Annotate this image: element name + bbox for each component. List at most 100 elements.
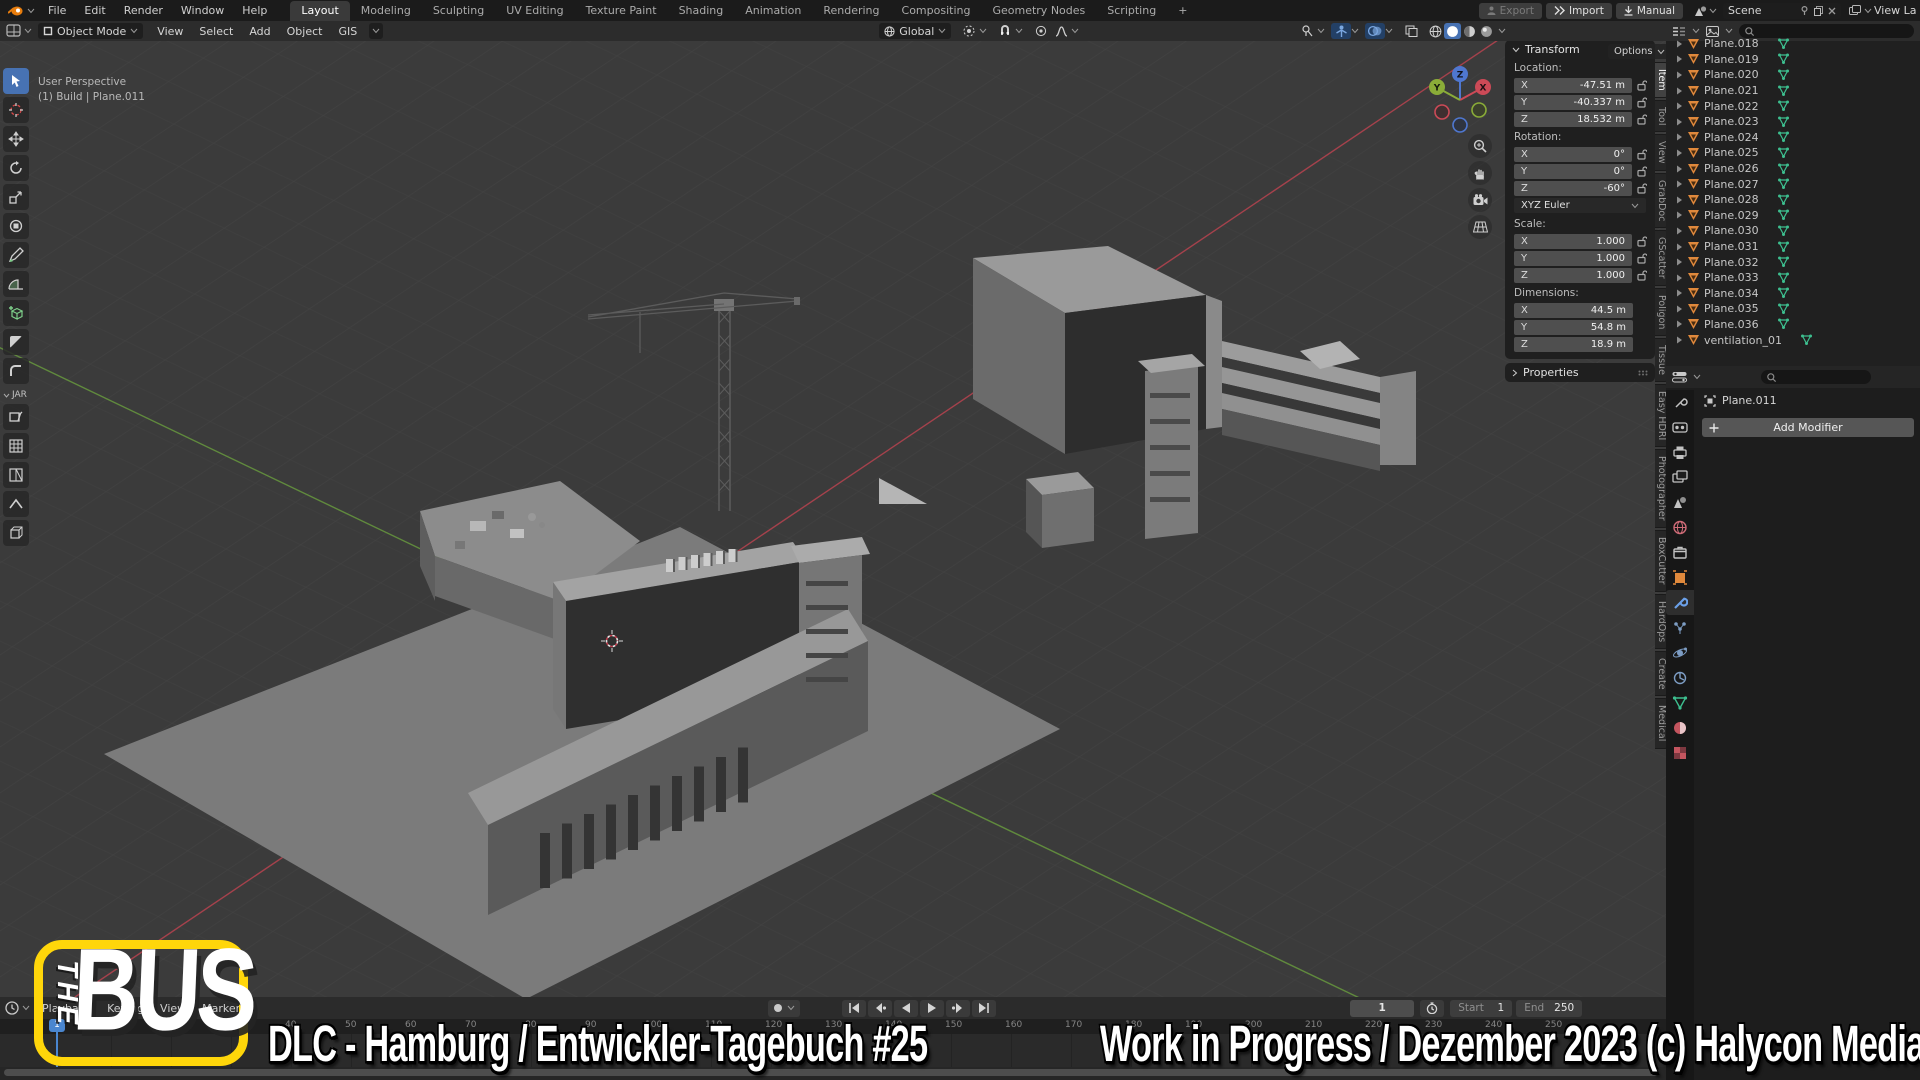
- pivot-point-dropdown[interactable]: [959, 23, 979, 39]
- expand-arrow-icon[interactable]: [1676, 87, 1683, 95]
- tab-scripting[interactable]: Scripting: [1096, 1, 1167, 21]
- tab-animation[interactable]: Animation: [734, 1, 812, 21]
- viewport-menu-select[interactable]: Select: [191, 25, 241, 38]
- properties-tab-texture[interactable]: [1666, 740, 1694, 765]
- outliner-item-plane-036[interactable]: Plane.036: [1666, 317, 1920, 333]
- gizmo-neg-x-axis[interactable]: [1435, 105, 1449, 119]
- display-mode-icon[interactable]: [1672, 26, 1686, 37]
- outliner-item-plane-024[interactable]: Plane.024: [1666, 130, 1920, 146]
- tab-texture-paint[interactable]: Texture Paint: [575, 1, 668, 21]
- outliner-item-plane-019[interactable]: Plane.019: [1666, 52, 1920, 68]
- expand-arrow-icon[interactable]: [1676, 118, 1683, 126]
- add-workspace-button[interactable]: +: [1167, 1, 1198, 21]
- rotation-mode-dropdown[interactable]: XYZ Euler: [1514, 198, 1646, 213]
- measure-tool-button[interactable]: [3, 271, 29, 297]
- outliner-item-plane-032[interactable]: Plane.032: [1666, 254, 1920, 270]
- timeline-editor-icon[interactable]: [5, 1001, 20, 1015]
- mode-dropdown[interactable]: Object Mode: [38, 23, 143, 39]
- previous-keyframe-button[interactable]: [868, 1000, 892, 1017]
- lock-open-icon[interactable]: [1637, 149, 1647, 160]
- extra-menus-dropdown[interactable]: [369, 23, 383, 39]
- expand-arrow-icon[interactable]: [1676, 149, 1683, 157]
- location-y-field[interactable]: Y-40.337 m: [1514, 95, 1632, 110]
- expand-arrow-icon[interactable]: [1676, 180, 1683, 188]
- outliner-search-input[interactable]: [1739, 24, 1914, 38]
- lock-open-icon[interactable]: [1637, 236, 1647, 247]
- pan-button[interactable]: [1468, 161, 1492, 185]
- navigation-gizmo[interactable]: Z X Y: [1428, 62, 1492, 140]
- lock-open-icon[interactable]: [1637, 97, 1647, 108]
- shading-rendered-button[interactable]: [1478, 23, 1495, 39]
- show-gizmo-toggle[interactable]: [1331, 23, 1351, 39]
- expand-arrow-icon[interactable]: [1676, 227, 1683, 235]
- jar-cube-tool-button[interactable]: [3, 520, 29, 546]
- scale-z-field[interactable]: Z1.000: [1514, 268, 1632, 283]
- annotate-tool-button[interactable]: [3, 242, 29, 268]
- menu-edit[interactable]: Edit: [75, 0, 114, 21]
- jar-section-header[interactable]: JAR: [3, 390, 31, 400]
- rotate-tool-button[interactable]: [3, 155, 29, 181]
- outliner-item-plane-018[interactable]: Plane.018: [1666, 36, 1920, 52]
- jar-grid-tool-button[interactable]: [3, 433, 29, 459]
- new-scene-icon[interactable]: [1814, 6, 1823, 16]
- expand-arrow-icon[interactable]: [1676, 196, 1683, 204]
- dimension-z-field[interactable]: Z18.9 m: [1514, 337, 1633, 352]
- proportional-falloff-dropdown[interactable]: [1051, 23, 1071, 39]
- scale-y-field[interactable]: Y1.000: [1514, 251, 1632, 266]
- add-modifier-button[interactable]: Add Modifier: [1702, 418, 1914, 437]
- expand-arrow-icon[interactable]: [1676, 320, 1683, 328]
- gizmos-visibility-dropdown[interactable]: [1297, 23, 1317, 39]
- xray-toggle[interactable]: [1401, 23, 1421, 39]
- outliner-item-plane-035[interactable]: Plane.035: [1666, 301, 1920, 317]
- transform-orientation-dropdown[interactable]: Global: [879, 23, 951, 39]
- export-button[interactable]: Export: [1479, 3, 1542, 19]
- dimension-x-field[interactable]: X44.5 m: [1514, 303, 1633, 318]
- zoom-button[interactable]: [1468, 134, 1492, 158]
- outliner-item-plane-020[interactable]: Plane.020: [1666, 67, 1920, 83]
- corner-tool-button[interactable]: [3, 358, 29, 384]
- properties-panel-collapsed[interactable]: Properties: [1505, 363, 1655, 382]
- outliner-item-plane-033[interactable]: Plane.033: [1666, 270, 1920, 286]
- location-z-field[interactable]: Z18.532 m: [1514, 112, 1632, 127]
- expand-arrow-icon[interactable]: [1676, 336, 1683, 344]
- auto-key-button[interactable]: [768, 1000, 800, 1017]
- show-overlays-toggle[interactable]: [1365, 23, 1385, 39]
- tab-geometry-nodes[interactable]: Geometry Nodes: [981, 1, 1096, 21]
- tab-modeling[interactable]: Modeling: [350, 1, 422, 21]
- properties-tab-particles[interactable]: [1666, 615, 1694, 640]
- close-icon[interactable]: [1828, 7, 1836, 15]
- shading-solid-button[interactable]: [1444, 23, 1461, 39]
- location-x-field[interactable]: X-47.51 m: [1514, 78, 1632, 93]
- expand-arrow-icon[interactable]: [1676, 71, 1683, 79]
- lock-open-icon[interactable]: [1637, 80, 1647, 91]
- transform-tool-button[interactable]: [3, 213, 29, 239]
- menu-help[interactable]: Help: [233, 0, 276, 21]
- outliner-item-plane-034[interactable]: Plane.034: [1666, 286, 1920, 302]
- outliner-item-plane-028[interactable]: Plane.028: [1666, 192, 1920, 208]
- properties-tab-data[interactable]: [1666, 690, 1694, 715]
- options-button[interactable]: Options: [1608, 44, 1671, 59]
- expand-arrow-icon[interactable]: [1676, 102, 1683, 110]
- properties-tab-world[interactable]: [1666, 515, 1694, 540]
- manual-button[interactable]: Manual: [1616, 3, 1683, 19]
- rotation-z-field[interactable]: Z-60°: [1514, 181, 1632, 196]
- expand-arrow-icon[interactable]: [1676, 274, 1683, 282]
- viewport-menu-gis[interactable]: GIS: [330, 25, 365, 38]
- outliner-item-plane-030[interactable]: Plane.030: [1666, 223, 1920, 239]
- scene-name-field[interactable]: Scene: [1723, 3, 1841, 19]
- expand-arrow-icon[interactable]: [1676, 289, 1683, 297]
- end-frame-field[interactable]: End 250: [1516, 1000, 1582, 1017]
- lock-open-icon[interactable]: [1637, 253, 1647, 264]
- outliner-item-plane-027[interactable]: Plane.027: [1666, 176, 1920, 192]
- properties-tab-output[interactable]: [1666, 440, 1694, 465]
- viewport-menu-object[interactable]: Object: [279, 25, 331, 38]
- start-frame-field[interactable]: Start 1: [1450, 1000, 1512, 1017]
- jar-siding-tool-button[interactable]: [3, 404, 29, 430]
- tab-shading[interactable]: Shading: [668, 1, 735, 21]
- properties-tab-scene[interactable]: [1666, 490, 1694, 515]
- cursor-tool-button[interactable]: [3, 97, 29, 123]
- shading-material-button[interactable]: [1461, 23, 1478, 39]
- outliner-item-plane-023[interactable]: Plane.023: [1666, 114, 1920, 130]
- lock-open-icon[interactable]: [1637, 183, 1647, 194]
- properties-tab-tool[interactable]: [1666, 390, 1694, 415]
